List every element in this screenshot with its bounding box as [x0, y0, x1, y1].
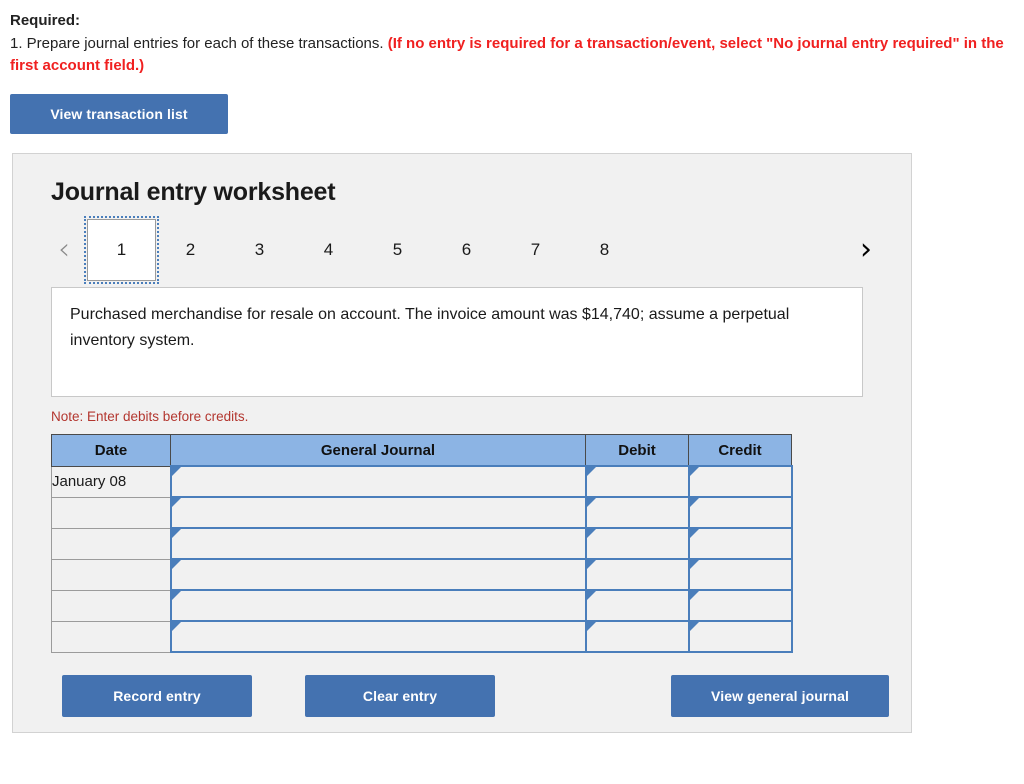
cell-debit-2[interactable] — [584, 496, 690, 530]
cell-debit-1[interactable] — [584, 465, 690, 499]
required-label: Required: — [10, 12, 81, 29]
pager-tab-3[interactable]: 3 — [225, 233, 294, 267]
cell-account-3[interactable] — [169, 527, 587, 561]
cell-account-5[interactable] — [169, 589, 587, 623]
required-block: Required: 1. Prepare journal entries for… — [0, 0, 1024, 76]
table-row — [51, 558, 793, 592]
cell-credit-5[interactable] — [687, 589, 793, 623]
journal-entry-worksheet-panel: Journal entry worksheet ‹ 1 2 3 4 5 6 7 … — [12, 153, 912, 734]
required-instruction-text: 1. Prepare journal entries for each of t… — [10, 34, 388, 52]
pager-tab-7[interactable]: 7 — [501, 233, 570, 267]
pager-tab-5[interactable]: 5 — [363, 233, 432, 267]
chevron-left-icon[interactable]: ‹ — [47, 235, 81, 265]
chevron-right-icon[interactable]: › — [849, 235, 883, 265]
table-row — [51, 589, 793, 623]
column-header-general-journal: General Journal — [170, 434, 586, 467]
table-row — [51, 620, 793, 654]
transaction-description: Purchased merchandise for resale on acco… — [51, 287, 863, 398]
cell-credit-1[interactable] — [687, 465, 793, 499]
cell-date-5[interactable] — [51, 589, 171, 622]
cell-date-1[interactable]: January 08 — [51, 465, 171, 498]
pager-tab-2[interactable]: 2 — [156, 233, 225, 267]
cell-date-2[interactable] — [51, 496, 171, 529]
cell-account-1[interactable] — [169, 465, 587, 499]
clear-entry-button[interactable]: Clear entry — [305, 675, 495, 718]
pager-tab-8[interactable]: 8 — [570, 233, 639, 267]
journal-table-head: Date General Journal Debit Credit — [51, 434, 792, 467]
view-transaction-list-button[interactable]: View transaction list — [10, 94, 228, 135]
cell-account-4[interactable] — [169, 558, 587, 592]
pager-tab-list: 1 2 3 4 5 6 7 8 — [84, 216, 849, 285]
column-header-date: Date — [51, 434, 171, 467]
required-instruction: 1. Prepare journal entries for each of t… — [10, 33, 1012, 77]
cell-date-6[interactable] — [51, 620, 171, 653]
cell-account-6[interactable] — [169, 620, 587, 654]
cell-credit-2[interactable] — [687, 496, 793, 530]
cell-credit-3[interactable] — [687, 527, 793, 561]
debits-before-credits-note: Note: Enter debits before credits. — [51, 409, 249, 425]
cell-credit-4[interactable] — [687, 558, 793, 592]
table-row — [51, 496, 793, 530]
record-entry-button[interactable]: Record entry — [62, 675, 252, 718]
cell-debit-5[interactable] — [584, 589, 690, 623]
cell-debit-3[interactable] — [584, 527, 690, 561]
column-header-debit: Debit — [585, 434, 689, 467]
pager-tab-1[interactable]: 1 — [84, 216, 159, 285]
worksheet-pager: ‹ 1 2 3 4 5 6 7 8 › — [13, 216, 911, 285]
journal-table-wrap: Date General Journal Debit Credit Januar… — [51, 434, 911, 654]
journal-table-header-row: Date General Journal Debit Credit — [51, 434, 792, 467]
table-row — [51, 527, 793, 561]
view-transaction-list-wrap: View transaction list — [0, 76, 1024, 135]
cell-account-2[interactable] — [169, 496, 587, 530]
table-row: January 08 — [51, 465, 793, 499]
worksheet-actions: Record entry Clear entry View general jo… — [51, 675, 891, 718]
cell-date-4[interactable] — [51, 558, 171, 591]
pager-tab-6[interactable]: 6 — [432, 233, 501, 267]
cell-credit-6[interactable] — [687, 620, 793, 654]
worksheet-title: Journal entry worksheet — [51, 178, 336, 207]
pager-tab-4[interactable]: 4 — [294, 233, 363, 267]
cell-debit-6[interactable] — [584, 620, 690, 654]
column-header-credit: Credit — [688, 434, 792, 467]
journal-table-body: January 08 — [51, 465, 793, 654]
cell-date-3[interactable] — [51, 527, 171, 560]
cell-debit-4[interactable] — [584, 558, 690, 592]
view-general-journal-button[interactable]: View general journal — [671, 675, 889, 718]
journal-entry-table: Date General Journal Debit Credit Januar… — [51, 434, 793, 654]
